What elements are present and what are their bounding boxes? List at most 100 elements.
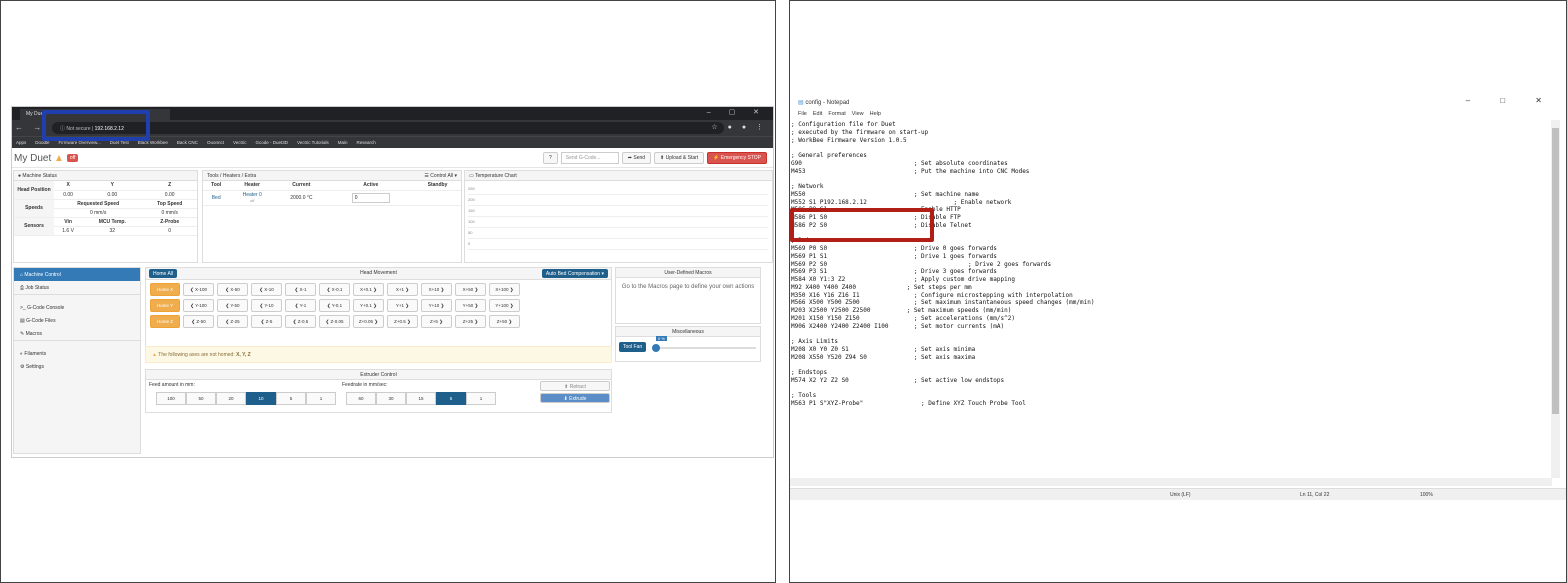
- jog-button[interactable]: ❮ Z-0.05: [319, 315, 350, 328]
- chevron-right-icon: ❯: [507, 319, 513, 324]
- tool-fan-button[interactable]: Tool Fan: [619, 342, 647, 352]
- jog-button[interactable]: ❮ X-10: [251, 283, 282, 296]
- jog-button[interactable]: Z+5 ❯: [421, 315, 452, 328]
- sidebar-item-macros[interactable]: ✎ Macros: [14, 327, 140, 340]
- jog-button[interactable]: ❮ X-0.1: [319, 283, 350, 296]
- menu-item-help[interactable]: Help: [870, 111, 881, 117]
- jog-button[interactable]: X+100 ❯: [489, 283, 520, 296]
- jog-button[interactable]: ❮ X-50: [217, 283, 248, 296]
- bookmark-item[interactable]: Gcode - Duet3D: [255, 140, 288, 145]
- extrude-button[interactable]: ⬇ Extrude: [540, 393, 610, 403]
- upload-start-button[interactable]: ⬆ Upload & Start: [654, 152, 705, 164]
- bookmark-item[interactable]: Research: [357, 140, 376, 145]
- jog-label: Y+50: [462, 303, 474, 308]
- vertical-scrollbar[interactable]: [1551, 120, 1560, 478]
- bookmark-item[interactable]: Apps: [16, 140, 26, 145]
- extrude-option-button[interactable]: 10: [246, 392, 276, 405]
- jog-label: X-0.1: [331, 287, 343, 292]
- extrude-option-button[interactable]: 100: [156, 392, 186, 405]
- extrude-option-button[interactable]: 50: [186, 392, 216, 405]
- jog-button[interactable]: ❮ Z-25: [217, 315, 248, 328]
- jog-button[interactable]: Z+25 ❯: [455, 315, 486, 328]
- extrude-option-button[interactable]: 5: [276, 392, 306, 405]
- jog-button[interactable]: X+0.1 ❯: [353, 283, 384, 296]
- jog-button[interactable]: Y+10 ❯: [421, 299, 452, 312]
- jog-button[interactable]: Z+0.5 ❯: [387, 315, 418, 328]
- jog-button[interactable]: Y+0.1 ❯: [353, 299, 384, 312]
- jog-button[interactable]: ❮ Y-10: [251, 299, 282, 312]
- jog-button[interactable]: Y+1 ❯: [387, 299, 418, 312]
- home-axis-button[interactable]: Home X: [150, 283, 180, 296]
- sidebar-item-g-code-files[interactable]: ▤ G-Code Files: [14, 314, 140, 327]
- retract-button[interactable]: ⬆ Retract: [540, 381, 610, 391]
- nav-label: G-Code Console: [27, 305, 65, 311]
- sidebar-item-job-status[interactable]: ⎙ Job Status: [14, 281, 140, 294]
- bookmark-item[interactable]: Back CNC: [177, 140, 198, 145]
- code-line: M453 ; Put the machine into CNC Modes: [791, 167, 1030, 175]
- jog-button[interactable]: ❮ Z-5: [251, 315, 282, 328]
- jog-button[interactable]: X+50 ❯: [455, 283, 486, 296]
- jog-button[interactable]: ❮ Y-1: [285, 299, 316, 312]
- control-all-dropdown[interactable]: ☰ Control All ▾: [424, 173, 457, 179]
- jog-button[interactable]: Y+50 ❯: [455, 299, 486, 312]
- jog-button[interactable]: ❮ Z-50: [183, 315, 214, 328]
- home-all-button[interactable]: Home All: [149, 269, 178, 278]
- help-button[interactable]: ?: [542, 152, 558, 164]
- extrude-option-button[interactable]: 30: [376, 392, 406, 405]
- horizontal-scrollbar[interactable]: [790, 478, 1552, 486]
- window-controls[interactable]: – ▢ ✕: [707, 108, 767, 116]
- home-axis-button[interactable]: Home Z: [150, 315, 180, 328]
- nav-buttons[interactable]: ← →: [15, 123, 45, 132]
- tool-bed[interactable]: Bed: [203, 190, 230, 206]
- extension-icons[interactable]: ☆ ● ● ⋮: [711, 123, 767, 131]
- sidebar-item-g-code-console[interactable]: >_ G-Code Console: [14, 301, 140, 314]
- fan-slider-handle[interactable]: [652, 344, 660, 352]
- text-editor[interactable]: ; Configuration file for Duet; executed …: [790, 120, 1550, 478]
- jog-button[interactable]: ❮ X-100: [183, 283, 214, 296]
- window-controls[interactable]: – □ ✕: [1466, 96, 1556, 105]
- emergency-stop-button[interactable]: ⚡ Emergency STOP: [707, 152, 767, 164]
- menu-item-file[interactable]: File: [798, 111, 807, 117]
- bookmark-item[interactable]: Vectric: [233, 140, 247, 145]
- zprobe-value: 0: [142, 226, 197, 236]
- jog-button[interactable]: ❮ Y-0.1: [319, 299, 350, 312]
- jog-button[interactable]: Y+100 ❯: [489, 299, 520, 312]
- heater-cell[interactable]: Heater 0 off: [229, 190, 276, 206]
- standby-cell[interactable]: [414, 190, 461, 206]
- code-line: M208 X0 Y0 Z0 S1 ; Set axis minima: [791, 345, 976, 353]
- jog-button[interactable]: ❮ Y-100: [183, 299, 214, 312]
- sidebar-item-filaments[interactable]: ◐ Filaments: [14, 347, 140, 360]
- jog-button[interactable]: X+1 ❯: [387, 283, 418, 296]
- bookmark-item[interactable]: Main: [338, 140, 348, 145]
- gcode-input[interactable]: Send G-Code...: [560, 152, 619, 164]
- jog-label: X-50: [230, 287, 240, 292]
- chevron-right-icon: ❯: [373, 319, 379, 324]
- extrude-option-button[interactable]: 15: [406, 392, 436, 405]
- extrude-option-button[interactable]: 60: [346, 392, 376, 405]
- jog-button[interactable]: Z+50 ❯: [489, 315, 520, 328]
- jog-button[interactable]: ❮ Y-50: [217, 299, 248, 312]
- macros-panel: User-Defined Macros Go to the Macros pag…: [615, 267, 761, 324]
- home-axis-button[interactable]: Home Y: [150, 299, 180, 312]
- jog-button[interactable]: ❮ X-1: [285, 283, 316, 296]
- auto-bed-compensation-button[interactable]: Auto Bed Compensation ▾: [541, 269, 608, 278]
- jog-button[interactable]: ❮ Z-0.5: [285, 315, 316, 328]
- menu-item-edit[interactable]: Edit: [813, 111, 822, 117]
- menu-item-view[interactable]: View: [852, 111, 864, 117]
- sidebar-item-settings[interactable]: ⚙ Settings: [14, 360, 140, 373]
- extrude-option-button[interactable]: 1: [466, 392, 496, 405]
- scrollbar-thumb[interactable]: [1552, 128, 1559, 414]
- fan-slider[interactable]: [656, 347, 756, 349]
- extrude-option-button[interactable]: 20: [216, 392, 246, 405]
- bookmark-item[interactable]: Ouonnct: [207, 140, 224, 145]
- jog-button[interactable]: X+10 ❯: [421, 283, 452, 296]
- url-input[interactable]: ⓘ Not secure | 192.168.2.12: [52, 122, 724, 134]
- send-button[interactable]: ➦ Send: [621, 152, 652, 164]
- active-temp-input[interactable]: 0: [327, 190, 414, 206]
- jog-button[interactable]: Z+0.05 ❯: [353, 315, 384, 328]
- extrude-option-button[interactable]: 5: [436, 392, 466, 405]
- bookmark-item[interactable]: Vectric Tutorials: [297, 140, 329, 145]
- extrude-option-button[interactable]: 1: [306, 392, 336, 405]
- sidebar-item-machine-control[interactable]: ⌂ Machine Control: [14, 268, 140, 281]
- menu-item-format[interactable]: Format: [828, 111, 845, 117]
